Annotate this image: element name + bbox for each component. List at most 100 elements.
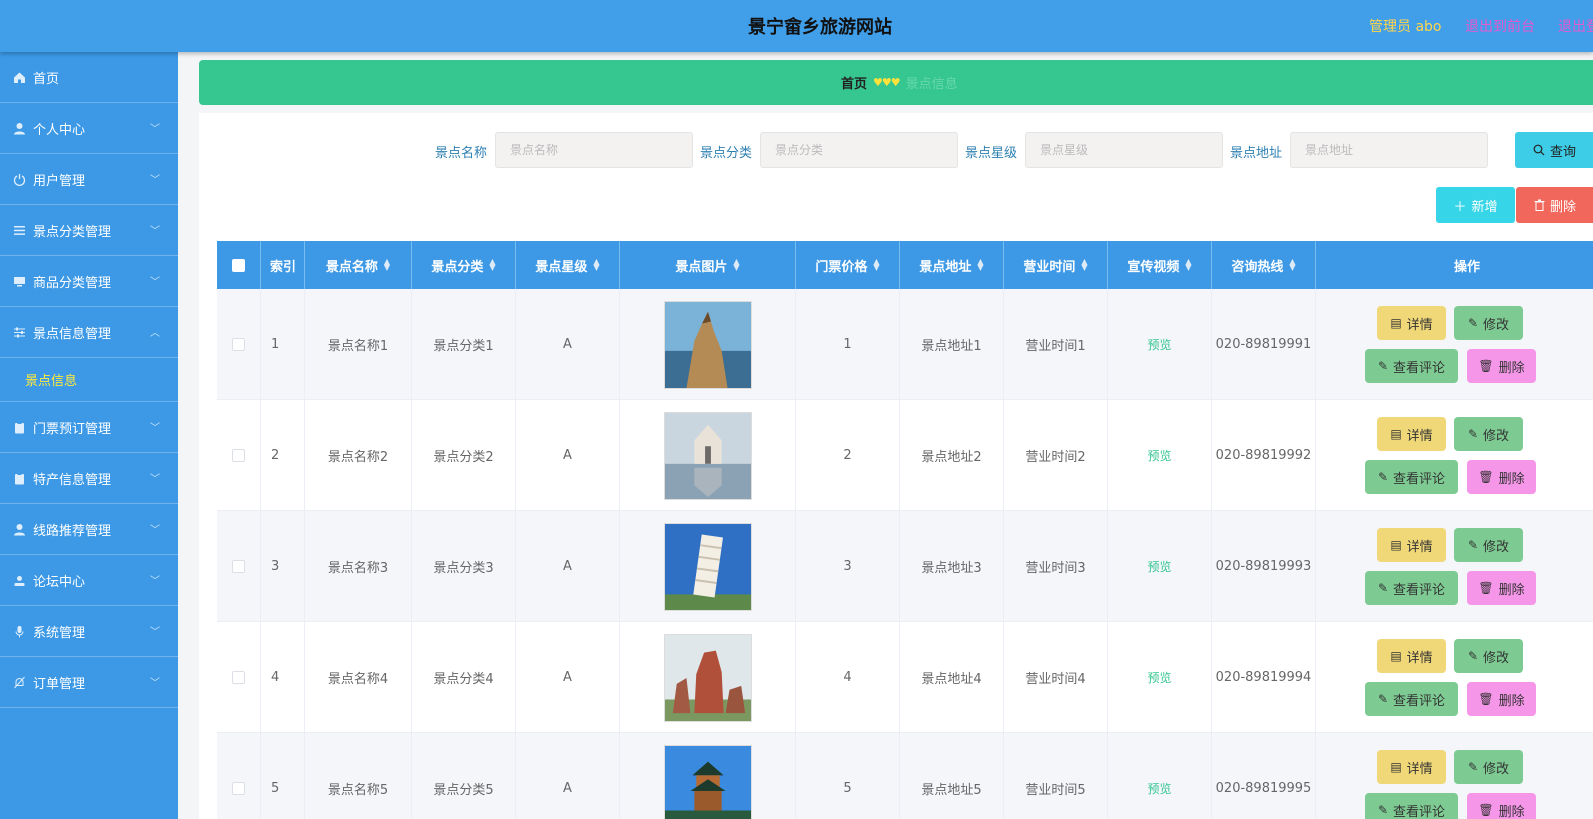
power-icon [12,172,26,186]
sidebar-item-scenic-category[interactable]: 景点分类管理 ﹀ [0,205,178,256]
sidebar-item-route-recommend[interactable]: 线路推荐管理 ﹀ [0,504,178,555]
video-preview-link[interactable]: 预览 [1147,447,1171,464]
row-delete-button[interactable]: 🗑 删除 [1467,682,1536,716]
sidebar-item-specialty-info[interactable]: 特产信息管理 ﹀ [0,453,178,504]
sidebar-item-system-management[interactable]: 系统管理 ﹀ [0,606,178,657]
video-preview-link[interactable]: 预览 [1147,780,1171,797]
search-input-star[interactable] [1025,132,1223,168]
row-checkbox[interactable] [232,449,245,462]
cell-video: 预览 [1108,400,1212,511]
sidebar-item-label: 订单管理 [33,676,86,692]
add-button-label: 新增 [1471,198,1498,214]
sidebar-item-personal-center[interactable]: 个人中心 ﹀ [0,103,178,154]
header-price[interactable]: 门票价格 ▲ ▼ [796,241,900,289]
scenic-thumbnail[interactable] [663,411,752,500]
edit-button[interactable]: ✎ 修改 [1454,528,1523,562]
header-image[interactable]: 景点图片 ▲ ▼ [620,241,796,289]
scenic-thumbnail[interactable] [663,522,752,611]
top-header: 景宁畲乡旅游网站 管理员 abo 退出到前台 退出登录 [0,0,1593,52]
sidebar-item-user-management[interactable]: 用户管理 ﹀ [0,154,178,205]
mic-icon [12,624,26,638]
scenic-thumbnail[interactable] [663,300,752,389]
header-name[interactable]: 景点名称 ▲ ▼ [305,241,412,289]
video-preview-link[interactable]: 预览 [1147,558,1171,575]
row-delete-button[interactable]: 🗑 删除 [1467,349,1536,383]
cell-star: A [516,511,620,622]
detail-button[interactable]: ▤ 详情 [1377,639,1446,673]
view-comments-button[interactable]: ✎ 查看评论 [1365,793,1458,819]
query-button[interactable]: 查询 [1515,132,1593,168]
sidebar-item-order-management[interactable]: 订单管理 ﹀ [0,657,178,708]
sidebar-item-goods-category[interactable]: 商品分类管理 ﹀ [0,256,178,307]
edit-button[interactable]: ✎ 修改 [1454,750,1523,784]
table-row: 2 景点名称2 景点分类2 A 2 景点地址2 营业时间2 预览 020-89819992 ▤ 详情… [217,400,1593,511]
clipboard-icon [12,420,26,434]
sidebar-item-forum-center[interactable]: 论坛中心 ﹀ [0,555,178,606]
row-checkbox[interactable] [232,560,245,573]
detail-button[interactable]: ▤ 详情 [1377,306,1446,340]
video-preview-link[interactable]: 预览 [1147,669,1171,686]
cell-address: 景点地址5 [900,733,1004,819]
add-button[interactable]: ＋ 新增 [1436,187,1515,223]
chevron-down-icon: ﹀ [150,175,160,186]
header-operations: 操作 [1316,241,1593,289]
cell-price: 4 [796,622,900,733]
row-delete-button[interactable]: 🗑 删除 [1467,460,1536,494]
row-checkbox[interactable] [232,671,245,684]
trash-icon: 🗑 [1478,803,1494,817]
logout-link[interactable]: 退出登录 [1558,16,1593,36]
row-delete-button[interactable]: 🗑 删除 [1467,793,1536,819]
row-checkbox[interactable] [232,782,245,795]
view-comments-button[interactable]: ✎ 查看评论 [1365,682,1458,716]
header-video[interactable]: 宣传视频 ▲ ▼ [1108,241,1212,289]
sliders-icon [12,325,26,339]
search-input-category[interactable] [760,132,958,168]
cell-image [620,622,796,733]
pencil-icon: ✎ [1467,316,1479,330]
sidebar-subitem-scenic-info[interactable]: 景点信息 [0,358,178,402]
row-delete-button[interactable]: 🗑 删除 [1467,571,1536,605]
site-title: 景宁畲乡旅游网站 [748,17,892,38]
exit-to-front-link[interactable]: 退出到前台 [1465,16,1535,36]
edit-button[interactable]: ✎ 修改 [1454,639,1523,673]
video-preview-link[interactable]: 预览 [1147,336,1171,353]
header-address[interactable]: 景点地址 ▲ ▼ [900,241,1004,289]
document-icon: ▤ [1390,760,1402,774]
header-category[interactable]: 景点分类 ▲ ▼ [412,241,516,289]
view-comments-button[interactable]: ✎ 查看评论 [1365,571,1458,605]
view-comments-button[interactable]: ✎ 查看评论 [1365,460,1458,494]
header-star[interactable]: 景点星级 ▲ ▼ [516,241,620,289]
cell-image [620,511,796,622]
sidebar-item-ticket-booking[interactable]: 门票预订管理 ﹀ [0,402,178,453]
scenic-thumbnail[interactable] [663,633,752,722]
detail-button[interactable]: ▤ 详情 [1377,750,1446,784]
sidebar-item-scenic-info[interactable]: 景点信息管理 ︿ [0,307,178,358]
select-all-checkbox[interactable] [232,258,245,272]
row-select-cell [217,622,261,733]
detail-button[interactable]: ▤ 详情 [1377,528,1446,562]
view-comments-button[interactable]: ✎ 查看评论 [1365,349,1458,383]
view-comments-label: 查看评论 [1393,359,1446,375]
header-hours[interactable]: 营业时间 ▲ ▼ [1004,241,1108,289]
breadcrumb-home[interactable]: 首页 [841,73,867,92]
sidebar-item-home[interactable]: 首页 [0,52,178,103]
scenic-thumbnail[interactable] [663,744,752,819]
cell-video: 预览 [1108,289,1212,400]
cell-operations: ▤ 详情 ✎ 修改 ✎ 查看评论 🗑 删除 [1316,733,1593,819]
header-hotline[interactable]: 咨询热线 ▲ ▼ [1212,241,1316,289]
row-select-cell [217,400,261,511]
detail-button[interactable]: ▤ 详情 [1377,417,1446,451]
search-input-address[interactable] [1290,132,1488,168]
batch-delete-button[interactable]: 删除 [1516,187,1593,223]
row-checkbox[interactable] [232,338,245,351]
admin-user-label[interactable]: 管理员 abo [1369,16,1441,36]
edit-button[interactable]: ✎ 修改 [1454,417,1523,451]
search-input-name[interactable] [495,132,693,168]
edit-button[interactable]: ✎ 修改 [1454,306,1523,340]
cell-operations: ▤ 详情 ✎ 修改 ✎ 查看评论 🗑 删除 [1316,622,1593,733]
search-label-star: 景点星级 [965,146,1018,161]
chevron-down-icon: ﹀ [150,226,160,237]
plus-icon: ＋ [1453,198,1467,214]
cell-star: A [516,622,620,733]
document-icon: ▤ [1390,427,1402,441]
